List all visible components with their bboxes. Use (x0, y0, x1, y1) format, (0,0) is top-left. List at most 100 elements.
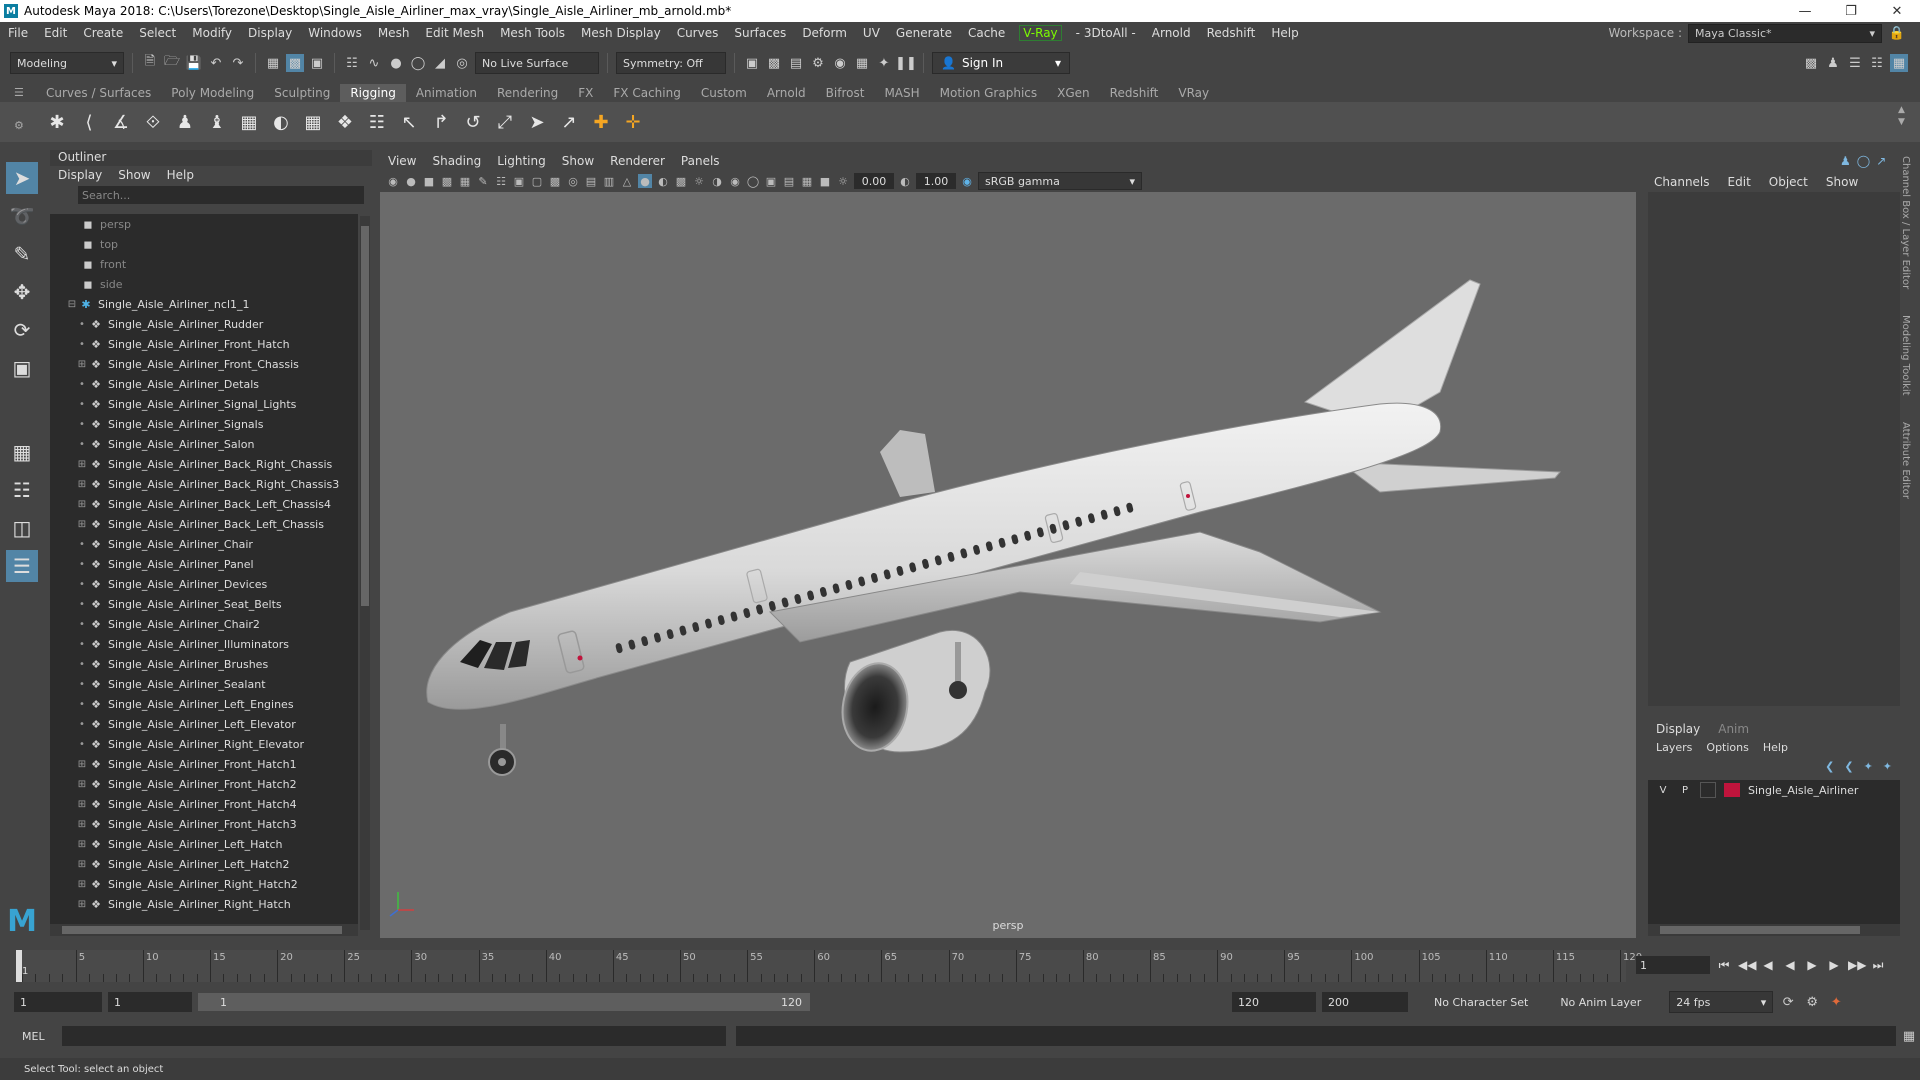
menu-create[interactable]: Create (75, 26, 131, 40)
bind-skin-icon[interactable]: ▦ (236, 109, 262, 135)
collapse-icon[interactable]: ⊟ (66, 299, 78, 310)
outliner-item[interactable]: • ❖ Single_Aisle_Airliner_Seat_Belts (50, 594, 358, 614)
expand-icon[interactable]: ⊞ (76, 499, 88, 510)
outliner-item[interactable]: ⊞ ❖ Single_Aisle_Airliner_Left_Hatch2 (50, 854, 358, 874)
expand-icon[interactable]: ⊞ (76, 819, 88, 830)
snap-surface-icon[interactable]: ◢ (431, 54, 449, 72)
gamma-icon[interactable]: ◐ (898, 174, 912, 188)
menu-cache[interactable]: Cache (960, 26, 1013, 40)
outliner-item[interactable]: • ❖ Single_Aisle_Airliner_Panel (50, 554, 358, 574)
locator-icon[interactable]: ✚ (588, 109, 614, 135)
snap-view-icon[interactable]: ◯ (409, 54, 427, 72)
menu-set-dropdown[interactable]: Modeling ▾ (10, 52, 124, 74)
film-gate-icon[interactable]: ▣ (512, 174, 526, 188)
outliner-camera-top[interactable]: ◼ top (50, 234, 358, 254)
select-component-icon[interactable]: ▣ (308, 54, 326, 72)
shelf-tab-custom[interactable]: Custom (691, 84, 757, 102)
outliner-layout-icon[interactable]: ☰ (6, 550, 38, 582)
shelf-tab-vray[interactable]: VRay (1168, 84, 1219, 102)
save-scene-icon[interactable]: 💾 (185, 54, 203, 72)
exposure-icon[interactable]: ☼ (836, 174, 850, 188)
outliner-item[interactable]: ⊞ ❖ Single_Aisle_Airliner_Right_Hatch2 (50, 874, 358, 894)
outliner-item[interactable]: • ❖ Single_Aisle_Airliner_Left_Elevator (50, 714, 358, 734)
menu-redshift[interactable]: Redshift (1199, 26, 1264, 40)
menu-display[interactable]: Display (240, 26, 300, 40)
pause-icon[interactable]: ❚❚ (895, 54, 917, 72)
close-icon[interactable]: ✕ (1874, 4, 1920, 19)
scrollbar-thumb[interactable] (1660, 926, 1860, 934)
expand-icon[interactable]: ⊞ (76, 359, 88, 370)
outliner-menu-help[interactable]: Help (167, 168, 194, 182)
hypershade-icon[interactable]: ◉ (831, 54, 849, 72)
aim-constraint-icon[interactable]: ➤ (524, 109, 550, 135)
menu-edit-mesh[interactable]: Edit Mesh (417, 26, 492, 40)
outliner-item[interactable]: • ❖ Single_Aisle_Airliner_Right_Elevator (50, 734, 358, 754)
sign-in-button[interactable]: 👤 Sign In ▾ (932, 52, 1070, 74)
grid-icon[interactable]: ☷ (494, 174, 508, 188)
menu-generate[interactable]: Generate (888, 26, 960, 40)
wrap-icon[interactable]: ❖ (332, 109, 358, 135)
expand-icon[interactable]: ⊞ (76, 759, 88, 770)
outliner-item[interactable]: • ❖ Single_Aisle_Airliner_Rudder (50, 314, 358, 334)
menu-mesh-tools[interactable]: Mesh Tools (492, 26, 573, 40)
outliner-item[interactable]: • ❖ Single_Aisle_Airliner_Chair (50, 534, 358, 554)
new-layer-icon[interactable]: ✦ (1864, 760, 1873, 776)
outliner-item[interactable]: • ❖ Single_Aisle_Airliner_Left_Engines (50, 694, 358, 714)
outliner-hscrollbar[interactable] (50, 924, 358, 936)
shelf-tab-poly-modeling[interactable]: Poly Modeling (161, 84, 264, 102)
bookmark-icon[interactable]: ■ (422, 174, 436, 188)
wireframe-on-shaded-icon[interactable]: ◐ (656, 174, 670, 188)
menu-mesh-display[interactable]: Mesh Display (573, 26, 669, 40)
screen-ao-icon[interactable]: ◉ (728, 174, 742, 188)
menu-uv[interactable]: UV (855, 26, 888, 40)
start-time-field[interactable]: 1 (14, 992, 102, 1012)
outliner-menu-display[interactable]: Display (58, 168, 102, 182)
play-backward-icon[interactable]: ◀ (1782, 958, 1798, 972)
shelf-tab-redshift[interactable]: Redshift (1100, 84, 1169, 102)
shelf-tab-mash[interactable]: MASH (874, 84, 929, 102)
auto-key-icon[interactable]: ⚙ (1803, 993, 1821, 1011)
range-slider[interactable]: 1 120 (198, 993, 810, 1011)
script-language-toggle[interactable]: MEL (22, 1030, 58, 1043)
outliner-scrollbar[interactable] (360, 216, 370, 930)
layer-menu-help[interactable]: Help (1763, 741, 1788, 754)
expand-icon[interactable]: ⊞ (76, 839, 88, 850)
anim-layer-dropdown[interactable]: No Anim Layer (1560, 996, 1641, 1009)
safe-title-icon[interactable]: ▥ (602, 174, 616, 188)
anti-alias-icon[interactable]: ▣ (764, 174, 778, 188)
step-forward-key-icon[interactable]: ▶▶ (1848, 958, 1866, 972)
shelf-tab-fx-caching[interactable]: FX Caching (603, 84, 690, 102)
human-ik-icon[interactable]: ♟ (1824, 54, 1842, 72)
menu-select[interactable]: Select (131, 26, 184, 40)
use-all-lights-icon[interactable]: ☼ (692, 174, 706, 188)
channel-menu-show[interactable]: Show (1826, 175, 1858, 189)
menu-file[interactable]: File (0, 26, 36, 40)
shelf-tab-rendering[interactable]: Rendering (487, 84, 568, 102)
safe-action-icon[interactable]: ▤ (584, 174, 598, 188)
expand-icon[interactable]: ⊞ (76, 779, 88, 790)
motion-blur-icon[interactable]: ◯ (746, 174, 760, 188)
float-icon[interactable]: ↗ (1876, 154, 1886, 170)
layer-color-swatch[interactable] (1724, 783, 1740, 797)
outliner-item[interactable]: • ❖ Single_Aisle_Airliner_Salon (50, 434, 358, 454)
layer-display-type[interactable] (1700, 782, 1716, 798)
layer-playback-toggle[interactable]: P (1678, 783, 1692, 797)
side-tab-attribute-editor[interactable]: Attribute Editor (1900, 422, 1911, 499)
character-set-dropdown[interactable]: No Character Set (1434, 996, 1528, 1009)
outliner-item[interactable]: • ❖ Single_Aisle_Airliner_Devices (50, 574, 358, 594)
scale-tool-icon[interactable]: ▣ (6, 352, 38, 384)
gate-mask-icon[interactable]: ▩ (548, 174, 562, 188)
shelf-tab-rigging[interactable]: Rigging (340, 84, 406, 102)
pole-vector-icon[interactable]: ↗ (556, 109, 582, 135)
menu-3dtoall[interactable]: - 3DtoAll - (1068, 26, 1144, 40)
fps-dropdown[interactable]: 24 fps ▾ (1669, 991, 1774, 1013)
outliner-menu-show[interactable]: Show (118, 168, 150, 182)
quick-rig-icon[interactable]: ♝ (204, 109, 230, 135)
exposure-field[interactable]: 0.00 (854, 173, 894, 189)
step-back-frame-icon[interactable]: ◀ (1760, 958, 1776, 972)
render-view-icon[interactable]: ▣ (743, 54, 761, 72)
new-scene-icon[interactable]: 🗎 (141, 54, 159, 72)
viewport-menu-show[interactable]: Show (562, 154, 594, 168)
scrollbar-thumb[interactable] (62, 926, 342, 934)
xray-joints-icon[interactable]: ■ (818, 174, 832, 188)
